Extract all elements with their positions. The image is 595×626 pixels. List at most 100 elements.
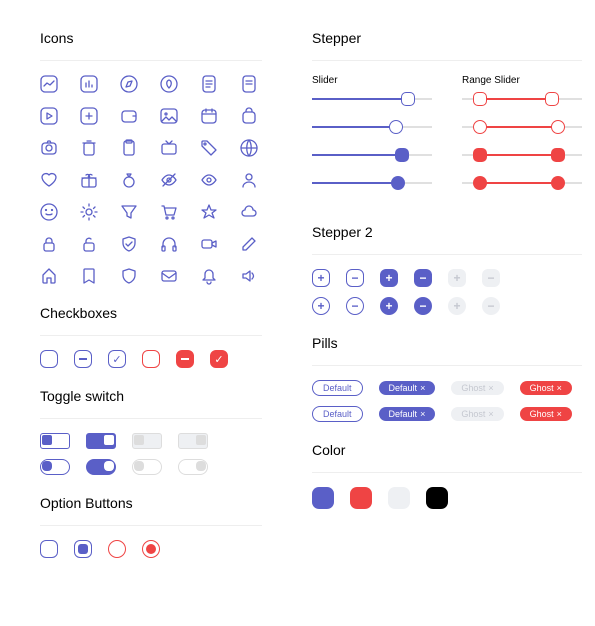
swatch-light[interactable] [388, 487, 410, 509]
pill-ghost-square[interactable]: Ghost × [451, 381, 503, 395]
stepper-plus-disabled-circle[interactable]: + [448, 297, 466, 315]
stepper-minus-disabled-circle[interactable]: − [482, 297, 500, 315]
bell-icon [200, 267, 218, 285]
stepper-plus-outline-circle[interactable]: + [312, 297, 330, 315]
cart-icon [160, 203, 178, 221]
checkbox-checked-red[interactable] [210, 350, 228, 368]
pill-outline-square[interactable]: Default [312, 380, 363, 396]
toggle-round-off-disabled[interactable] [132, 459, 162, 475]
pill-red-round[interactable]: Ghost × [520, 407, 572, 421]
checkbox-empty-red[interactable] [142, 350, 160, 368]
icon-grid [40, 75, 262, 285]
ring-icon [120, 171, 138, 189]
play-icon [40, 107, 58, 125]
lock-icon [40, 235, 58, 253]
edit-icon [240, 235, 258, 253]
shield-check-icon [120, 235, 138, 253]
slider-outline-blue-circle[interactable] [312, 120, 432, 134]
range-outline-red[interactable] [462, 92, 582, 106]
pill-fill-round[interactable]: Default × [379, 407, 436, 421]
tag-icon [200, 139, 218, 157]
swatch-blue[interactable] [312, 487, 334, 509]
headphones-icon [160, 235, 178, 253]
chart-bar-icon [80, 75, 98, 93]
user-icon [240, 171, 258, 189]
video-icon [200, 235, 218, 253]
checkbox-checked[interactable] [108, 350, 126, 368]
toggle-round-off[interactable] [40, 459, 70, 475]
settings-icon [80, 203, 98, 221]
note-icon [240, 75, 258, 93]
pill-outline-round[interactable]: Default [312, 406, 363, 422]
slider-label: Slider [312, 75, 432, 86]
document-icon [200, 75, 218, 93]
cloud-icon [240, 203, 258, 221]
radio-circle-empty-red[interactable] [108, 540, 126, 558]
checkbox-indeterminate-red[interactable] [176, 350, 194, 368]
color-heading: Color [312, 442, 582, 458]
star-icon [200, 203, 218, 221]
clipboard-icon [120, 139, 138, 157]
toggle-square-off-disabled[interactable] [132, 433, 162, 449]
chart-line-icon [40, 75, 58, 93]
stepper-plus-disabled[interactable]: + [448, 269, 466, 287]
toggle-square-off[interactable] [40, 433, 70, 449]
toggle-round-on-disabled[interactable] [178, 459, 208, 475]
checkboxes-heading: Checkboxes [40, 305, 262, 321]
option-heading: Option Buttons [40, 495, 262, 511]
wallet-icon [120, 107, 138, 125]
pill-ghost-round[interactable]: Ghost × [451, 407, 503, 421]
bag-icon [240, 107, 258, 125]
toggle-heading: Toggle switch [40, 388, 262, 404]
range-outline-red-circle[interactable] [462, 120, 582, 134]
pill-fill-square[interactable]: Default × [379, 381, 436, 395]
trash-icon [80, 139, 98, 157]
image-icon [160, 107, 178, 125]
toggle-square-on-disabled[interactable] [178, 433, 208, 449]
camera-icon [40, 139, 58, 157]
leaf-icon [160, 75, 178, 93]
shield-icon [120, 267, 138, 285]
swatch-red[interactable] [350, 487, 372, 509]
radio-square-selected[interactable] [74, 540, 92, 558]
calendar-icon [200, 107, 218, 125]
compass-icon [120, 75, 138, 93]
toggle-square-on[interactable] [86, 433, 116, 449]
toggle-round-on[interactable] [86, 459, 116, 475]
stepper-minus-outline-circle[interactable]: − [346, 297, 364, 315]
swatch-black[interactable] [426, 487, 448, 509]
bookmark-icon [80, 267, 98, 285]
volume-icon [240, 267, 258, 285]
stepper-minus-disabled[interactable]: − [482, 269, 500, 287]
icons-heading: Icons [40, 30, 262, 46]
slider-outline-blue[interactable] [312, 92, 432, 106]
stepper-plus-fill-circle[interactable]: + [380, 297, 398, 315]
slider-fill-blue-circle[interactable] [312, 176, 432, 190]
range-fill-red-circle[interactable] [462, 176, 582, 190]
globe-icon [240, 139, 258, 157]
plus-square-icon [80, 107, 98, 125]
slider-fill-blue[interactable] [312, 148, 432, 162]
filter-icon [120, 203, 138, 221]
mail-icon [160, 267, 178, 285]
tv-icon [160, 139, 178, 157]
eye-off-icon [160, 171, 178, 189]
home-icon [40, 267, 58, 285]
radio-circle-selected-red[interactable] [142, 540, 160, 558]
unlock-icon [80, 235, 98, 253]
eye-icon [200, 171, 218, 189]
stepper-minus-outline[interactable]: − [346, 269, 364, 287]
radio-square-empty[interactable] [40, 540, 58, 558]
stepper-plus-fill[interactable]: + [380, 269, 398, 287]
stepper-heading: Stepper [312, 30, 582, 46]
stepper-minus-fill-circle[interactable]: − [414, 297, 432, 315]
gift-icon [80, 171, 98, 189]
stepper-minus-fill[interactable]: − [414, 269, 432, 287]
range-fill-red[interactable] [462, 148, 582, 162]
pills-heading: Pills [312, 335, 582, 351]
pill-red-square[interactable]: Ghost × [520, 381, 572, 395]
heart-icon [40, 171, 58, 189]
stepper-plus-outline[interactable]: + [312, 269, 330, 287]
checkbox-indeterminate[interactable] [74, 350, 92, 368]
checkbox-empty[interactable] [40, 350, 58, 368]
